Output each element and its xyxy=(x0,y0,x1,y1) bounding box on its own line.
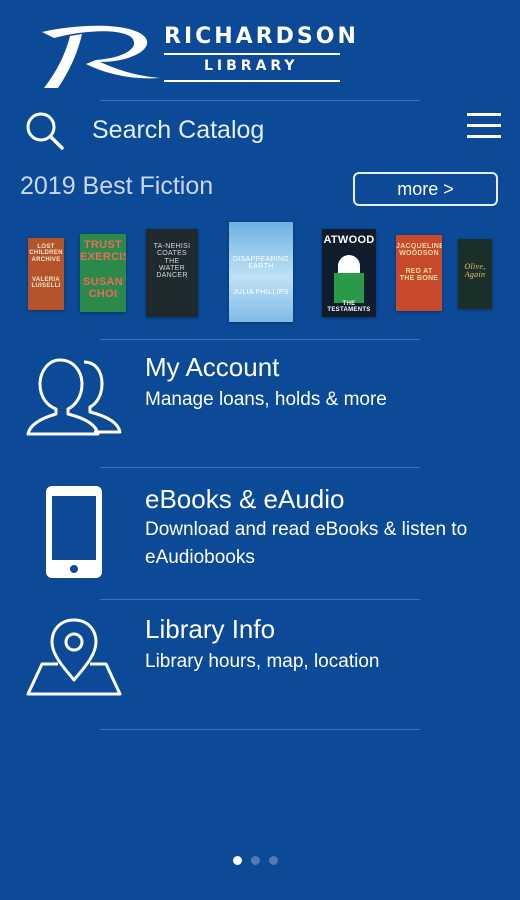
users-icon xyxy=(26,358,122,436)
search-icon[interactable] xyxy=(24,110,66,152)
page-indicator xyxy=(233,852,287,870)
menu-item-title: My Account xyxy=(145,352,280,382)
book-cover[interactable]: JACQUELINE WOODSON RED AT THE BONE xyxy=(396,235,442,311)
book-cover-text: RED AT xyxy=(405,267,433,275)
book-cover-art xyxy=(334,273,364,303)
book-cover[interactable]: DISAPPEARING EARTH JULIA PHILLIPS xyxy=(229,222,293,322)
book-cover-text: COATES xyxy=(156,250,188,258)
book-cover-text: ATWOOD xyxy=(323,234,375,246)
divider xyxy=(100,599,420,600)
more-button[interactable]: more > xyxy=(353,172,498,206)
book-cover[interactable]: LOST CHILDREN ARCHIVE VALERIA LUISELLI xyxy=(28,238,64,310)
book-cover[interactable]: TA-NEHISI COATES THE WATER DANCER xyxy=(146,229,198,317)
book-cover-text: TESTAMENTS xyxy=(327,307,371,314)
menu-item-my-account[interactable]: My Account Manage loans, holds & more xyxy=(0,344,520,464)
menu-item-library-info[interactable]: Library Info Library hours, map, locatio… xyxy=(0,606,520,726)
menu-item-description: Manage loans, holds & more xyxy=(145,389,387,410)
page-dot[interactable] xyxy=(251,856,260,865)
book-cover-text: CHILDREN xyxy=(29,250,63,257)
book-cover-text: LUISELLI xyxy=(31,283,61,290)
book-cover-text: JULIA PHILLIPS xyxy=(233,288,289,296)
book-cover-text: WOODSON xyxy=(399,250,439,258)
book-cover-text: TRUST xyxy=(83,239,123,251)
page-dot-active[interactable] xyxy=(233,856,242,865)
book-cover-text: EXERCISE xyxy=(80,250,126,263)
logo-rule xyxy=(164,53,340,55)
divider xyxy=(100,100,420,101)
logo-rule xyxy=(164,80,340,82)
book-cover-text: WATER xyxy=(159,265,185,273)
map-location-icon xyxy=(26,618,122,696)
book-cover-text: SUSAN xyxy=(82,276,123,289)
book-cover-text: DANCER xyxy=(156,272,188,280)
page-dot[interactable] xyxy=(269,856,278,865)
section-title: 2019 Best Fiction xyxy=(20,172,214,200)
smartphone-icon xyxy=(46,486,102,578)
menu-item-title: eBooks & eAudio xyxy=(145,484,345,514)
book-cover-text: DISAPPEARING xyxy=(232,256,290,263)
logo-title: RICHARDSON xyxy=(164,24,359,49)
book-cover-text: THE xyxy=(164,257,180,265)
divider xyxy=(100,339,420,340)
divider xyxy=(100,729,420,730)
book-cover-text: THE BONE xyxy=(399,275,439,283)
book-cover-text: Again xyxy=(464,270,486,280)
library-logo: RICHARDSON LIBRARY xyxy=(36,18,356,90)
book-cover-text: EARTH xyxy=(248,263,274,271)
search-input[interactable] xyxy=(92,114,432,146)
book-cover-text: JACQUELINE xyxy=(396,243,442,250)
book-cover[interactable]: TRUST EXERCISE SUSAN CHOI xyxy=(80,234,126,312)
book-cover-text: TA-NEHISI xyxy=(153,243,191,250)
book-cover[interactable]: Olive, Again xyxy=(458,239,492,309)
menu-item-ebooks-eaudio[interactable]: eBooks & eAudio Download and read eBooks… xyxy=(0,474,520,598)
book-cover-text: CHOI xyxy=(88,287,118,300)
book-cover[interactable]: ATWOOD THE TESTAMENTS xyxy=(322,229,376,317)
book-cover-text: ARCHIVE xyxy=(31,256,61,263)
logo-r-mark xyxy=(42,25,160,88)
menu-item-description: Library hours, map, location xyxy=(145,651,380,672)
app-screen: RICHARDSON LIBRARY 2019 Best Fiction mor… xyxy=(0,0,520,900)
hamburger-menu-icon[interactable] xyxy=(466,110,502,142)
divider xyxy=(100,467,420,468)
search-bar xyxy=(0,102,520,158)
logo-subtitle: LIBRARY xyxy=(204,58,299,74)
menu-item-description: Download and read eBooks & listen to eAu… xyxy=(145,519,468,568)
menu-item-title: Library Info xyxy=(145,614,276,644)
